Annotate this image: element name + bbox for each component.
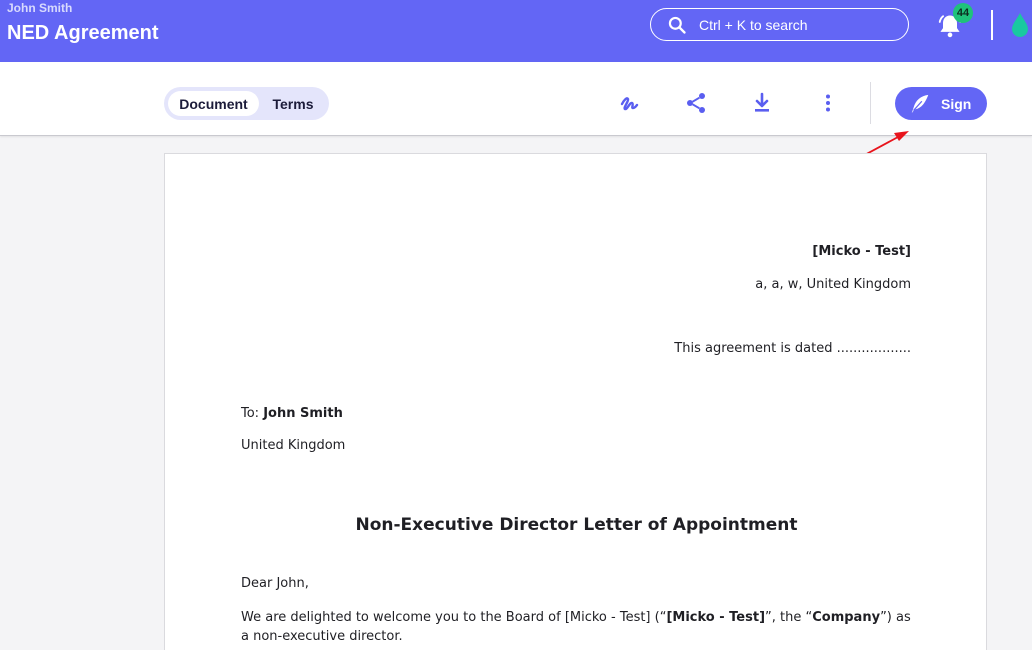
paragraph-company-term: Company xyxy=(812,610,881,625)
signature-icon[interactable] xyxy=(617,91,641,115)
search-placeholder: Ctrl + K to search xyxy=(699,16,808,33)
sign-button[interactable]: Sign xyxy=(895,87,987,120)
notification-badge: 44 xyxy=(953,3,973,23)
company-name: [Micko - Test] xyxy=(812,244,911,259)
document-heading: Non-Executive Director Letter of Appoint… xyxy=(355,515,798,535)
search-input[interactable]: Ctrl + K to search xyxy=(650,8,909,41)
paragraph-text-2: ”, the “ xyxy=(765,610,813,625)
view-tabs: Document Terms xyxy=(164,87,329,120)
document-page: [Micko - Test] a, a, w, United Kingdom T… xyxy=(164,153,987,650)
recipient-country: United Kingdom xyxy=(241,438,346,453)
tab-terms[interactable]: Terms xyxy=(261,91,325,116)
download-icon[interactable] xyxy=(750,91,774,115)
user-name: John Smith xyxy=(7,1,73,15)
paragraph-text-1: We are delighted to welcome you to the B… xyxy=(241,610,667,625)
recipient-label: To: xyxy=(241,406,260,421)
agreement-date-line: This agreement is dated ................… xyxy=(674,341,911,356)
share-icon[interactable] xyxy=(684,91,708,115)
header-divider xyxy=(991,10,993,40)
feather-pen-icon xyxy=(911,94,929,113)
sign-button-label: Sign xyxy=(941,95,972,112)
company-address: a, a, w, United Kingdom xyxy=(755,277,911,292)
recipient-line: To: John Smith xyxy=(241,406,343,421)
tab-document[interactable]: Document xyxy=(168,91,259,116)
paragraph-company-bold: [Micko - Test] xyxy=(666,610,766,625)
welcome-paragraph: We are delighted to welcome you to the B… xyxy=(241,608,917,646)
greeting: Dear John, xyxy=(241,576,309,591)
water-drop-icon[interactable] xyxy=(1010,12,1030,38)
more-vertical-icon[interactable] xyxy=(816,91,840,115)
page-title: NED Agreement xyxy=(7,22,159,44)
document-toolbar: Document Terms Sign xyxy=(0,62,1032,136)
recipient-name: John Smith xyxy=(263,406,343,421)
toolbar-divider xyxy=(870,82,871,124)
app-header: John Smith NED Agreement Ctrl + K to sea… xyxy=(0,0,1032,62)
search-icon xyxy=(668,16,686,34)
